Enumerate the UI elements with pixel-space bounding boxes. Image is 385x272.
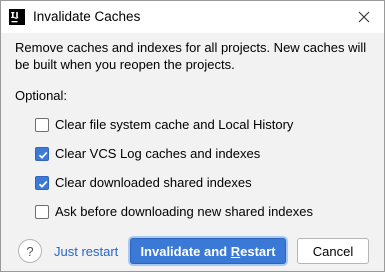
option-label: Clear file system cache and Local Histor… bbox=[55, 117, 294, 132]
button-label-part: estart bbox=[240, 243, 276, 259]
option-clear-vcs-log-caches[interactable]: Clear VCS Log caches and indexes bbox=[35, 145, 260, 163]
button-label-part: Invalidate and bbox=[140, 243, 231, 259]
checkbox-clear-file-system-cache[interactable] bbox=[35, 118, 49, 132]
invalidate-caches-dialog: Invalidate Caches Remove caches and inde… bbox=[0, 0, 385, 272]
button-mnemonic: R bbox=[230, 243, 241, 259]
option-label: Clear VCS Log caches and indexes bbox=[55, 146, 261, 161]
close-icon bbox=[358, 11, 370, 23]
option-clear-downloaded-shared-indexes[interactable]: Clear downloaded shared indexes bbox=[35, 174, 252, 192]
help-button[interactable]: ? bbox=[18, 239, 42, 263]
checkmark-icon bbox=[38, 151, 48, 159]
close-button[interactable] bbox=[350, 3, 378, 31]
optional-label: Optional: bbox=[15, 88, 68, 103]
option-clear-file-system-cache[interactable]: Clear file system cache and Local Histor… bbox=[35, 116, 293, 134]
checkmark-icon bbox=[38, 180, 48, 188]
checkbox-ask-before-downloading[interactable] bbox=[35, 205, 49, 219]
cancel-button[interactable]: Cancel bbox=[297, 238, 369, 264]
window-title: Invalidate Caches bbox=[33, 9, 141, 24]
option-label: Ask before downloading new shared indexe… bbox=[55, 204, 314, 219]
dialog-description: Remove caches and indexes for all projec… bbox=[15, 40, 367, 72]
checkbox-clear-vcs-log-caches[interactable] bbox=[35, 147, 49, 161]
checkbox-clear-downloaded-shared-indexes[interactable] bbox=[35, 176, 49, 190]
just-restart-link[interactable]: Just restart bbox=[54, 244, 118, 260]
invalidate-and-restart-button[interactable]: Invalidate and Restart bbox=[130, 238, 286, 264]
help-icon: ? bbox=[26, 243, 34, 259]
option-label: Clear downloaded shared indexes bbox=[55, 175, 252, 190]
title-bar: Invalidate Caches bbox=[1, 1, 384, 33]
option-ask-before-downloading[interactable]: Ask before downloading new shared indexe… bbox=[35, 203, 313, 221]
cancel-button-label: Cancel bbox=[312, 243, 354, 259]
intellij-app-icon bbox=[9, 9, 25, 25]
